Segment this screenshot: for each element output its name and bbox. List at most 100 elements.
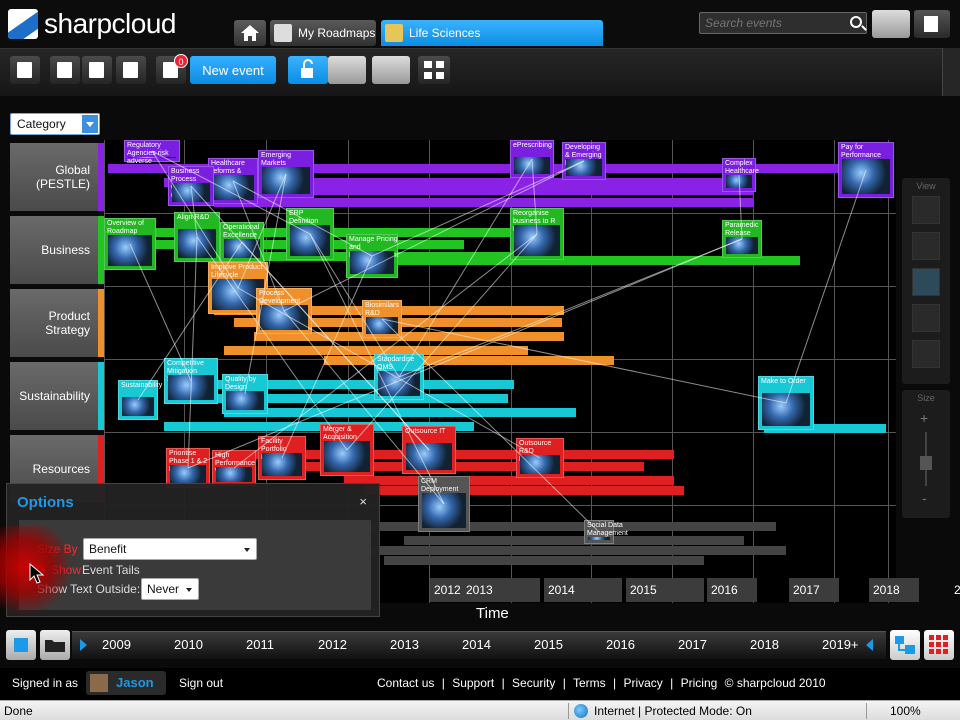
category-row-sustainability[interactable]: Sustainability bbox=[10, 362, 104, 430]
size-slider-thumb[interactable] bbox=[920, 456, 932, 470]
timeline-back-icon[interactable] bbox=[866, 639, 873, 651]
timeline-year[interactable]: 2014 bbox=[462, 637, 491, 652]
relationship-line bbox=[381, 318, 787, 404]
view-dots-button[interactable] bbox=[912, 340, 940, 368]
notification-badge: 0 bbox=[174, 54, 188, 68]
view-cards-button[interactable] bbox=[912, 196, 940, 224]
timeline-year[interactable]: 2019+ bbox=[822, 637, 859, 652]
relationship-line bbox=[346, 233, 538, 451]
relationship-line bbox=[309, 233, 400, 378]
zoom-level[interactable]: 100% bbox=[872, 704, 921, 718]
tab-life-sciences[interactable]: Life Sciences bbox=[381, 20, 603, 46]
open-folder-button[interactable] bbox=[40, 630, 70, 660]
contact-link[interactable]: Contact us bbox=[377, 676, 434, 690]
separator: | bbox=[441, 676, 445, 690]
note-icon[interactable] bbox=[50, 56, 80, 84]
timeline-year[interactable]: 2013 bbox=[390, 637, 419, 652]
sign-out-link[interactable]: Sign out bbox=[179, 676, 223, 690]
timeline-year[interactable]: 2010 bbox=[174, 637, 203, 652]
zoom-in-icon[interactable]: + bbox=[920, 410, 928, 426]
time-axis-label: Time bbox=[476, 605, 509, 622]
new-event-button[interactable]: New event bbox=[190, 56, 276, 84]
chevron-down-icon bbox=[244, 548, 250, 552]
tab-my-roadmaps[interactable]: My Roadmaps bbox=[270, 20, 376, 46]
search-icon[interactable] bbox=[850, 16, 862, 28]
terms-link[interactable]: Terms bbox=[573, 676, 606, 690]
chart-year-label: 2015 bbox=[626, 578, 704, 602]
timeline-year[interactable]: 2011 bbox=[246, 637, 274, 652]
privacy-link[interactable]: Privacy bbox=[623, 676, 662, 690]
stop-button[interactable] bbox=[6, 630, 36, 660]
relationship-line bbox=[281, 255, 373, 459]
timeline-year[interactable]: 2016 bbox=[606, 637, 635, 652]
timeline-year[interactable]: 2015 bbox=[534, 637, 563, 652]
copyright: © sharpcloud 2010 bbox=[724, 676, 826, 690]
list-view-button[interactable] bbox=[872, 10, 910, 38]
security-zone[interactable]: Internet | Protected Mode: On bbox=[574, 704, 752, 718]
security-link[interactable]: Security bbox=[512, 676, 555, 690]
timeline-play-icon[interactable] bbox=[80, 639, 87, 651]
chart-year-label: 2018 bbox=[869, 578, 919, 602]
show-text-outside-select[interactable]: Never bbox=[141, 578, 199, 600]
category-label: Product Strategy bbox=[45, 309, 90, 337]
category-row-global[interactable]: Global (PESTLE) bbox=[10, 143, 104, 211]
rows-button[interactable] bbox=[372, 56, 410, 84]
size-by-select[interactable]: Benefit bbox=[83, 538, 257, 560]
timeline-year[interactable]: 2009 bbox=[102, 637, 131, 652]
panel-grip[interactable] bbox=[942, 48, 960, 96]
relationship-line bbox=[309, 233, 445, 505]
browser-status-bar: Done Internet | Protected Mode: On 100% bbox=[0, 700, 960, 720]
close-icon[interactable]: × bbox=[359, 494, 367, 509]
grid-view-button[interactable] bbox=[924, 630, 954, 660]
options-title: Options bbox=[17, 494, 74, 511]
search-input[interactable] bbox=[700, 13, 840, 33]
relationship-line bbox=[187, 238, 743, 469]
timeline-year[interactable]: 2018 bbox=[750, 637, 779, 652]
relationship-line bbox=[398, 158, 533, 378]
timeline-year[interactable]: 2017 bbox=[678, 637, 707, 652]
category-select[interactable]: Category bbox=[10, 113, 100, 135]
category-row-business[interactable]: Business bbox=[10, 216, 104, 284]
zoom-out-icon[interactable]: - bbox=[922, 490, 927, 506]
user-button[interactable]: Jason bbox=[86, 671, 166, 695]
unlock-button[interactable] bbox=[288, 56, 328, 84]
relationship-line bbox=[237, 173, 287, 289]
search-box bbox=[699, 12, 867, 34]
unlock-icon bbox=[301, 59, 313, 78]
timeline-year[interactable]: 2012 bbox=[318, 637, 347, 652]
support-link[interactable]: Support bbox=[452, 676, 494, 690]
page-icon[interactable] bbox=[116, 56, 146, 84]
category-label: Business bbox=[41, 243, 90, 257]
hierarchy-button[interactable] bbox=[418, 56, 450, 84]
chart-year-label: 2014 bbox=[544, 578, 622, 602]
sharpcloud-logo[interactable]: sharpcloud bbox=[8, 8, 176, 40]
map-icon[interactable] bbox=[10, 56, 40, 84]
category-label: Global (PESTLE) bbox=[35, 163, 90, 191]
list-icon[interactable] bbox=[82, 56, 112, 84]
separator bbox=[866, 703, 867, 719]
pricing-link[interactable]: Pricing bbox=[681, 676, 718, 690]
home-tab[interactable] bbox=[234, 20, 266, 46]
relationship-line bbox=[531, 158, 538, 235]
logo-text: sharpcloud bbox=[44, 8, 176, 39]
relationship-line bbox=[283, 160, 585, 312]
view-panel-title: View bbox=[916, 181, 936, 191]
category-label: Sustainability bbox=[19, 389, 90, 403]
view-roadmap-button[interactable] bbox=[912, 268, 940, 296]
category-row-product-strategy[interactable]: Product Strategy bbox=[10, 289, 104, 357]
layout-button[interactable] bbox=[890, 630, 920, 660]
size-by-value: Benefit bbox=[89, 542, 127, 556]
document-button[interactable] bbox=[914, 10, 950, 38]
top-header: sharpcloud My Roadmaps Life Sciences bbox=[0, 0, 960, 48]
view-grid-button[interactable] bbox=[912, 232, 940, 260]
view-panel: View bbox=[902, 178, 950, 384]
roadmaps-icon bbox=[274, 24, 292, 42]
security-zone-text: Internet | Protected Mode: On bbox=[594, 704, 752, 718]
separator: | bbox=[501, 676, 505, 690]
relationship-line bbox=[283, 310, 445, 505]
show-text-outside-value: Never bbox=[147, 582, 180, 596]
stop-icon bbox=[14, 638, 28, 652]
columns-button[interactable] bbox=[328, 56, 366, 84]
grid-icon bbox=[929, 635, 948, 654]
view-cross-button[interactable] bbox=[912, 304, 940, 332]
